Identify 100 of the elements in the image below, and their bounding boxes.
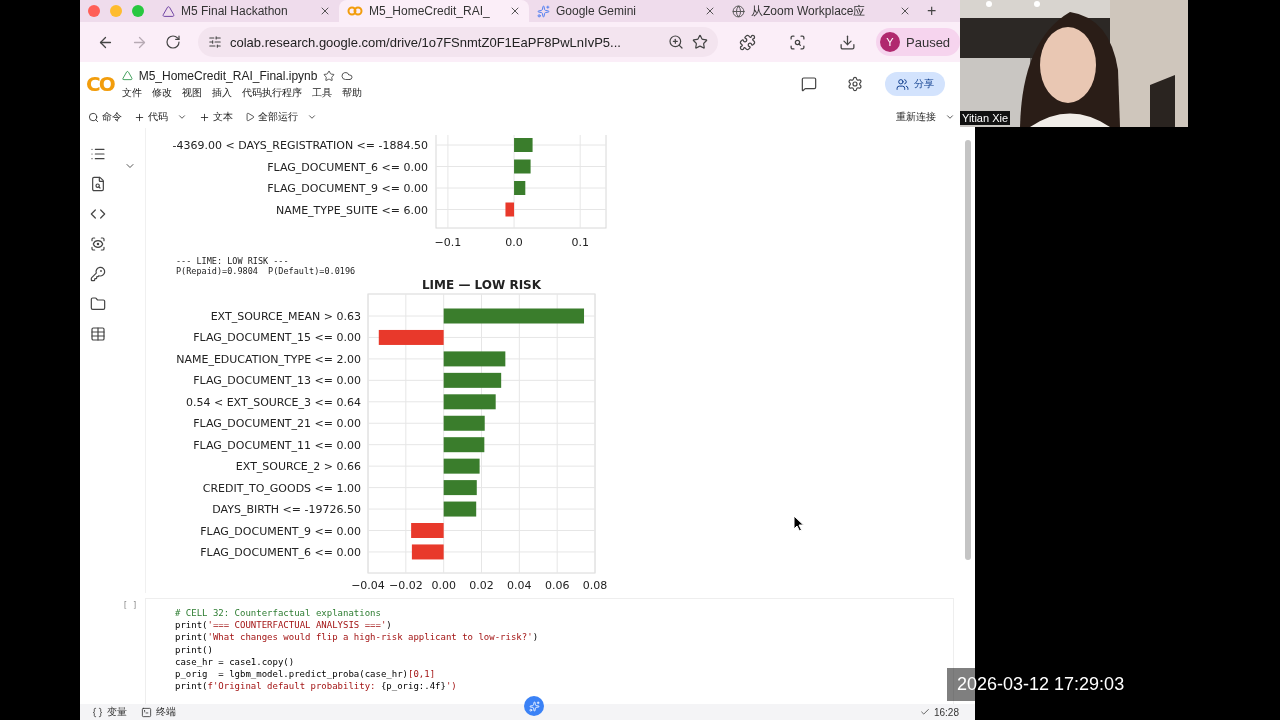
cursor-icon — [793, 515, 805, 532]
category-label: NAME_TYPE_SUITE <= 6.00 — [275, 203, 428, 217]
plus-icon — [134, 111, 145, 123]
browser-tab[interactable]: M5 Final Hackathon — [154, 0, 339, 22]
bar — [411, 544, 444, 560]
menu-item[interactable]: 插入 — [211, 85, 232, 100]
run-cell-button[interactable]: [ ] — [122, 601, 138, 704]
close-icon[interactable] — [509, 5, 521, 17]
menu-item[interactable]: 视图 — [181, 85, 202, 100]
code-line: # CELL 32: Counterfactual explanations — [175, 607, 382, 620]
category-label: FLAG_DOCUMENT_9 <= 0.00 — [200, 524, 361, 538]
play-icon — [245, 112, 255, 122]
download-icon[interactable] — [838, 33, 856, 51]
tune-icon — [208, 35, 222, 49]
toolbar-button[interactable]: 代码 — [134, 110, 187, 124]
category-label: CREDIT_TO_GOODS <= 1.00 — [202, 481, 361, 495]
folder-icon[interactable] — [89, 296, 106, 312]
bar — [411, 523, 444, 538]
tick-label: 0.0 — [505, 236, 523, 249]
caret-icon — [177, 112, 187, 122]
puzzle-icon[interactable] — [738, 33, 756, 51]
tick-label: 0.06 — [544, 579, 570, 592]
screen-search-icon[interactable] — [788, 33, 806, 51]
close-icon[interactable] — [704, 5, 716, 17]
participant-name: Yitian Xie — [960, 111, 1011, 125]
plus-icon — [199, 111, 210, 123]
key-icon[interactable] — [89, 266, 106, 282]
eye-icon[interactable] — [89, 236, 106, 252]
terminal-icon — [141, 706, 152, 718]
variables-button[interactable]: 变量 — [92, 705, 127, 719]
star-icon[interactable] — [323, 69, 336, 82]
bar — [514, 181, 526, 195]
menu-item[interactable]: 帮助 — [341, 85, 362, 100]
share-button[interactable]: 分享 — [885, 72, 945, 96]
triangle-icon — [162, 4, 175, 18]
new-tab-button[interactable]: + — [927, 2, 937, 20]
scrollbar[interactable] — [964, 140, 971, 560]
zoom-icon[interactable] — [668, 34, 684, 50]
close-icon[interactable] — [319, 5, 331, 17]
tick-label: 0.04 — [507, 579, 532, 592]
star-icon[interactable] — [692, 34, 708, 50]
category-label: FLAG_DOCUMENT_11 <= 0.00 — [193, 438, 361, 452]
category-label: EXT_SOURCE_2 > 0.66 — [235, 460, 361, 474]
menu-item[interactable]: 工具 — [311, 85, 332, 100]
terminal-button[interactable]: 终端 — [141, 705, 176, 719]
address-bar[interactable]: colab.research.google.com/drive/1o7FSnmtZ0F1EaPF8PwLnIvP5... — [198, 27, 718, 57]
braces-icon — [92, 706, 103, 718]
menu-item[interactable]: 文件 — [121, 85, 142, 100]
list-icon[interactable] — [89, 146, 106, 162]
bar — [505, 202, 515, 217]
chart-title: LIME — LOW RISK — [421, 278, 542, 292]
category-label: NAME_EDUCATION_TYPE <= 2.00 — [176, 352, 361, 366]
menu-item[interactable]: 修改 — [151, 85, 172, 100]
globe-icon — [732, 4, 745, 18]
notebook-title[interactable]: M5_HomeCredit_RAI_Final.ipynb — [138, 68, 318, 83]
menu-item[interactable]: 代码执行程序 — [241, 85, 302, 100]
code-line: print('=== COUNTERFACTUAL ANALYSIS ===') — [175, 619, 393, 632]
sparkle-button[interactable] — [524, 696, 544, 716]
toolbar-button[interactable]: 全部运行 — [245, 110, 317, 124]
tick-label: 0.00 — [431, 579, 456, 592]
category-label: -4369.00 < DAYS_REGISTRATION <= -1884.50 — [172, 139, 428, 152]
output-text: P(Repaid)=0.9804 P(Default)=0.0196 — [176, 266, 357, 276]
bar — [514, 138, 533, 152]
category-label: EXT_SOURCE_MEAN > 0.63 — [210, 310, 361, 323]
tick-label: −0.04 — [351, 579, 385, 592]
settings-icon[interactable] — [847, 76, 863, 92]
people-icon — [896, 77, 909, 91]
tick-label: 0.1 — [571, 236, 589, 249]
tick-label: −0.02 — [388, 579, 423, 592]
close-icon[interactable] — [899, 5, 911, 17]
search-icon — [88, 111, 99, 123]
toolbar-button[interactable]: 命令 — [88, 110, 122, 124]
output-text: --- LIME: LOW RISK --- — [176, 256, 290, 266]
sparkle-icon — [537, 4, 550, 18]
tick-label: 0.02 — [469, 579, 494, 592]
toolbar-button[interactable]: 文本 — [199, 110, 233, 124]
code-line: case_hr = case1.copy() — [175, 655, 296, 668]
code-icon[interactable] — [89, 206, 106, 222]
reload-icon[interactable] — [165, 34, 181, 50]
bar — [443, 394, 496, 410]
browser-tab[interactable]: 从Zoom Workplace应 — [724, 0, 919, 22]
code-line: p_orig = lgbm_model.predict_proba(case_hr)[0,1] — [175, 668, 437, 681]
bar — [443, 480, 477, 496]
browser-tab[interactable]: M5_HomeCredit_RAI_ — [339, 0, 529, 22]
bar — [443, 437, 485, 453]
file-search-icon[interactable] — [89, 176, 106, 192]
category-label: FLAG_DOCUMENT_21 <= 0.00 — [193, 417, 361, 431]
sparkle-icon — [528, 700, 540, 712]
tick-label: −0.1 — [434, 236, 462, 249]
code-cell[interactable] — [145, 598, 954, 704]
reconnect-button[interactable]: 重新连接 — [896, 110, 955, 124]
profile-button[interactable]: Y Paused — [876, 28, 961, 56]
category-label: DAYS_BIRTH <= -19726.50 — [212, 503, 361, 517]
browser-tab[interactable]: Google Gemini — [529, 0, 724, 22]
runtime-status: 16:28 — [919, 706, 959, 718]
table-icon[interactable] — [89, 326, 106, 342]
comment-icon[interactable] — [801, 76, 817, 92]
logo-icon — [347, 6, 363, 16]
code-line: print('What changes would flip a high-risk applicant to low-risk?') — [175, 631, 540, 644]
category-label: FLAG_DOCUMENT_13 <= 0.00 — [193, 374, 361, 388]
